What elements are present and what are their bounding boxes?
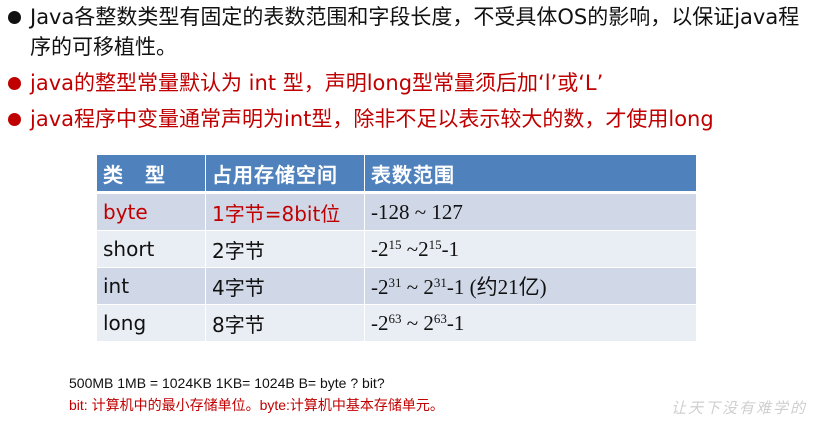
range-exp: 63 [388,310,402,326]
table-row-int: int 4字节 -231 ~ 231-1 (约21亿) [97,268,697,305]
table-row-byte: byte 1字节=8bit位 -128 ~ 127 [97,194,697,231]
cell-range: -263 ~ 263-1 [365,305,697,342]
header-type: 类 型 [97,155,206,194]
range-exp: 15 [428,236,442,252]
range-exp: 63 [433,310,447,326]
cell-size: 2字节 [206,231,365,268]
cell-type: byte [97,194,206,231]
watermark: 让天下没有难学的 [670,399,807,417]
bullet-text: java的整型常量默认为 int 型，声明long型常量须后加‘l’或‘L’ [30,71,604,95]
bullet-dot-icon [8,11,21,24]
cell-size: 8字节 [206,305,365,342]
range-mid: ~2 [401,236,429,261]
cell-size: 4字节 [206,268,365,305]
cell-type: long [97,305,206,342]
header-range: 表数范围 [365,155,697,194]
table-row-long: long 8字节 -263 ~ 263-1 [97,305,697,342]
bullet-dot-icon [8,77,21,90]
range-exp: 15 [388,236,402,252]
cell-type: int [97,268,206,305]
range-pre: -2 [371,236,389,261]
cell-range: -128 ~ 127 [365,194,697,231]
cell-range: -231 ~ 231-1 (约21亿) [365,268,697,305]
bullet-list: Java各整数类型有固定的表数范围和字段长度，不受具体OS的影响，以保证java… [6,2,811,140]
bullet-text: java程序中变量通常声明为int型，除非不足以表示较大的数，才使用long [30,107,714,131]
cell-size: 1字节=8bit位 [206,194,365,231]
cell-type: short [97,231,206,268]
range-text: -128 ~ 127 [371,199,463,224]
bullet-portability: Java各整数类型有固定的表数范围和字段长度，不受具体OS的影响，以保证java… [6,2,811,62]
range-post: -1 [446,310,465,335]
range-mid: ~ 2 [401,310,434,335]
storage-units-note: 500MB 1MB = 1024KB 1KB= 1024B B= byte ? … [69,375,385,391]
range-exp: 31 [433,275,447,290]
range-post: -1 (约21亿) [446,275,547,299]
bit-byte-definition: bit: 计算机中的最小存储单位。byte:计算机中基本存储单元。 [69,397,444,413]
cell-range: -215 ~215-1 [365,231,697,268]
range-mid: ~ 2 [401,275,434,299]
bullet-int-usage: java程序中变量通常声明为int型，除非不足以表示较大的数，才使用long [6,104,811,134]
range-pre: -2 [371,310,389,335]
range-pre: -2 [371,275,389,299]
bullet-int-default: java的整型常量默认为 int 型，声明long型常量须后加‘l’或‘L’ [6,68,811,98]
range-exp: 31 [388,275,402,290]
integer-types-table: 类 型 占用存储空间 表数范围 byte 1字节=8bit位 -128 ~ 12… [97,155,697,342]
header-size: 占用存储空间 [206,155,365,194]
table-row-short: short 2字节 -215 ~215-1 [97,231,697,268]
range-post: -1 [441,236,460,261]
bullet-dot-icon [8,113,21,126]
table-header-row: 类 型 占用存储空间 表数范围 [97,155,697,194]
bullet-text: Java各整数类型有固定的表数范围和字段长度，不受具体OS的影响，以保证java… [30,5,800,59]
